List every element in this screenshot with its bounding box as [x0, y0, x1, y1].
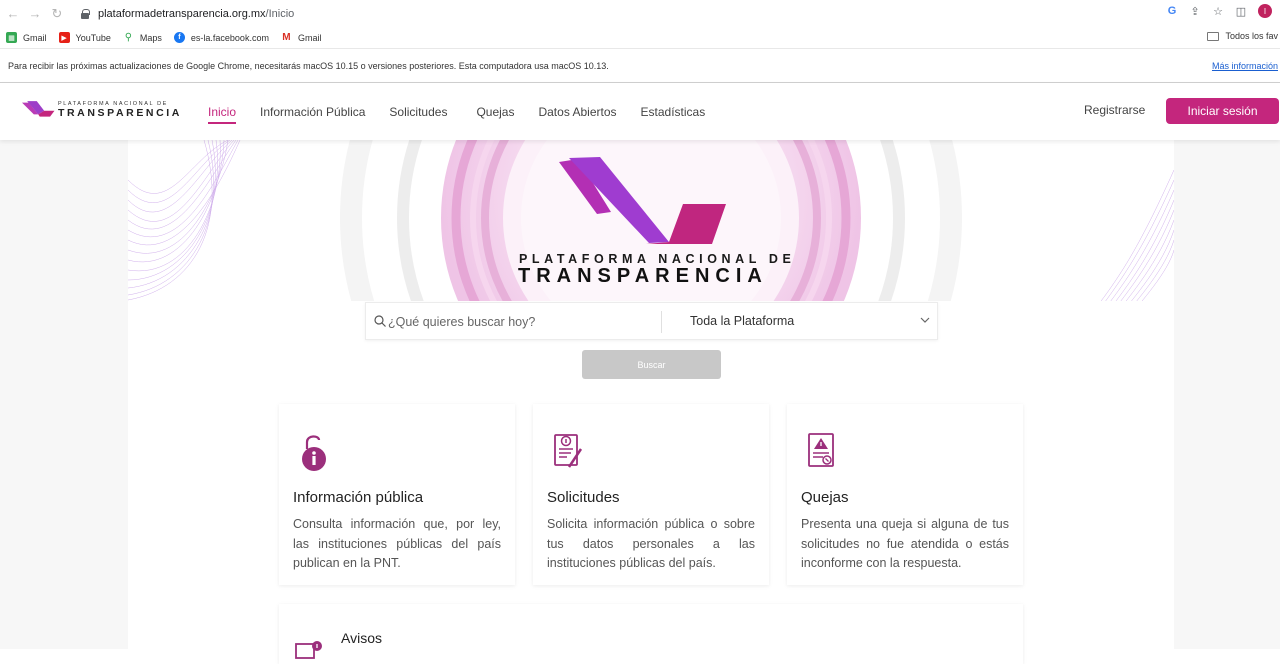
address-bar[interactable]: plataformadetransparencia.org.mx/Inicio [72, 3, 1168, 24]
menu-datos-abiertos[interactable]: Datos Abiertos [538, 83, 616, 140]
bookmark-youtube[interactable]: ▶ YouTube [58, 32, 111, 43]
right-wave-decoration [1100, 169, 1174, 301]
more-info-link[interactable]: Más información [1212, 61, 1278, 71]
scope-select[interactable]: Toda la Plataforma [690, 314, 794, 328]
left-wave-decoration [128, 140, 241, 301]
menu-quejas[interactable]: Quejas [476, 83, 514, 140]
share-icon[interactable]: ⇪ [1189, 5, 1201, 18]
pnt-logo-icon [22, 101, 55, 117]
card-quejas[interactable]: Quejas Presenta una queja si alguna de t… [787, 404, 1023, 585]
bookmarks-bar: ▦ Gmail ▶ YouTube ⚲ Maps f es-la.faceboo… [0, 27, 1280, 49]
card-solicitudes[interactable]: Solicitudes Solicita información pública… [533, 404, 769, 585]
menu-informacion-publica[interactable]: Información Pública [260, 83, 365, 140]
gmail-icon: M [282, 32, 291, 43]
sheets-icon: ▦ [6, 32, 17, 43]
logo-title: TRANSPARENCIA [57, 107, 182, 119]
chevron-down-icon[interactable] [920, 315, 930, 325]
card-title: Quejas [801, 489, 849, 506]
browser-actions: G ⇪ ☆ ◫ I [1166, 4, 1272, 18]
notice-icon [295, 641, 322, 659]
bookmark-gmail-2[interactable]: M Gmail [281, 32, 321, 43]
login-button[interactable]: Iniciar sesión [1166, 98, 1279, 124]
side-panel-icon[interactable]: ◫ [1235, 5, 1247, 18]
google-translate-icon[interactable]: G [1166, 5, 1178, 17]
search-input[interactable] [388, 312, 658, 332]
bookmark-star-icon[interactable]: ☆ [1212, 5, 1224, 18]
facebook-icon: f [173, 32, 185, 43]
hero-banner [128, 140, 1174, 301]
infobar-message: Para recibir las próximas actualizacione… [8, 61, 609, 71]
card-informacion-publica[interactable]: Información pública Consulta información… [279, 404, 515, 585]
profile-avatar[interactable]: I [1258, 4, 1272, 18]
main-menu: Inicio Información Pública Solicitudes Q… [208, 83, 729, 140]
folder-icon [1207, 31, 1220, 41]
all-bookmarks[interactable]: Todos los fav [1207, 31, 1278, 41]
search-button[interactable]: Buscar [582, 350, 721, 379]
bookmark-gmail[interactable]: ▦ Gmail [6, 32, 47, 43]
lock-icon[interactable] [80, 8, 90, 19]
maps-pin-icon: ⚲ [124, 32, 133, 43]
search-icon [374, 315, 386, 327]
menu-solicitudes[interactable]: Solicitudes [389, 83, 447, 140]
browser-toolbar: ← → ↻ plataformadetransparencia.org.mx/I… [0, 0, 1280, 27]
update-infobar: Para recibir las próximas actualizacione… [0, 50, 1280, 83]
search-box: Toda la Plataforma [365, 302, 938, 340]
forward-icon[interactable]: → [24, 0, 46, 27]
card-text: Presenta una queja si alguna de tus soli… [801, 517, 1009, 570]
hero-title-small: PLATAFORMA NACIONAL DE [519, 252, 796, 266]
card-text: Solicita información pública o sobre tus… [547, 517, 755, 570]
card-title: Solicitudes [547, 489, 620, 506]
menu-estadisticas[interactable]: Estadísticas [641, 83, 706, 140]
complaint-document-icon [808, 433, 834, 467]
register-link[interactable]: Registrarse [1084, 103, 1145, 117]
search-divider [661, 311, 662, 333]
url-text: plataformadetransparencia.org.mx/Inicio [98, 7, 295, 20]
document-edit-icon [554, 434, 583, 468]
avisos-section[interactable]: Avisos [279, 604, 1023, 664]
youtube-icon: ▶ [58, 32, 70, 43]
menu-inicio[interactable]: Inicio [208, 83, 237, 140]
site-logo[interactable]: PLATAFORMA NACIONAL DE TRANSPARENCIA [22, 97, 182, 123]
bookmark-maps[interactable]: ⚲ Maps [123, 32, 162, 43]
card-text: Consulta información que, por ley, las i… [293, 517, 501, 570]
hero-title-big: TRANSPARENCIA [518, 265, 768, 287]
lock-info-icon [302, 435, 326, 471]
site-header: PLATAFORMA NACIONAL DE TRANSPARENCIA Ini… [0, 83, 1280, 140]
card-title: Información pública [293, 489, 424, 506]
reload-icon[interactable]: ↻ [46, 0, 68, 27]
avisos-title: Avisos [341, 630, 382, 646]
back-icon[interactable]: ← [2, 0, 24, 27]
bookmark-facebook[interactable]: f es-la.facebook.com [173, 32, 269, 43]
